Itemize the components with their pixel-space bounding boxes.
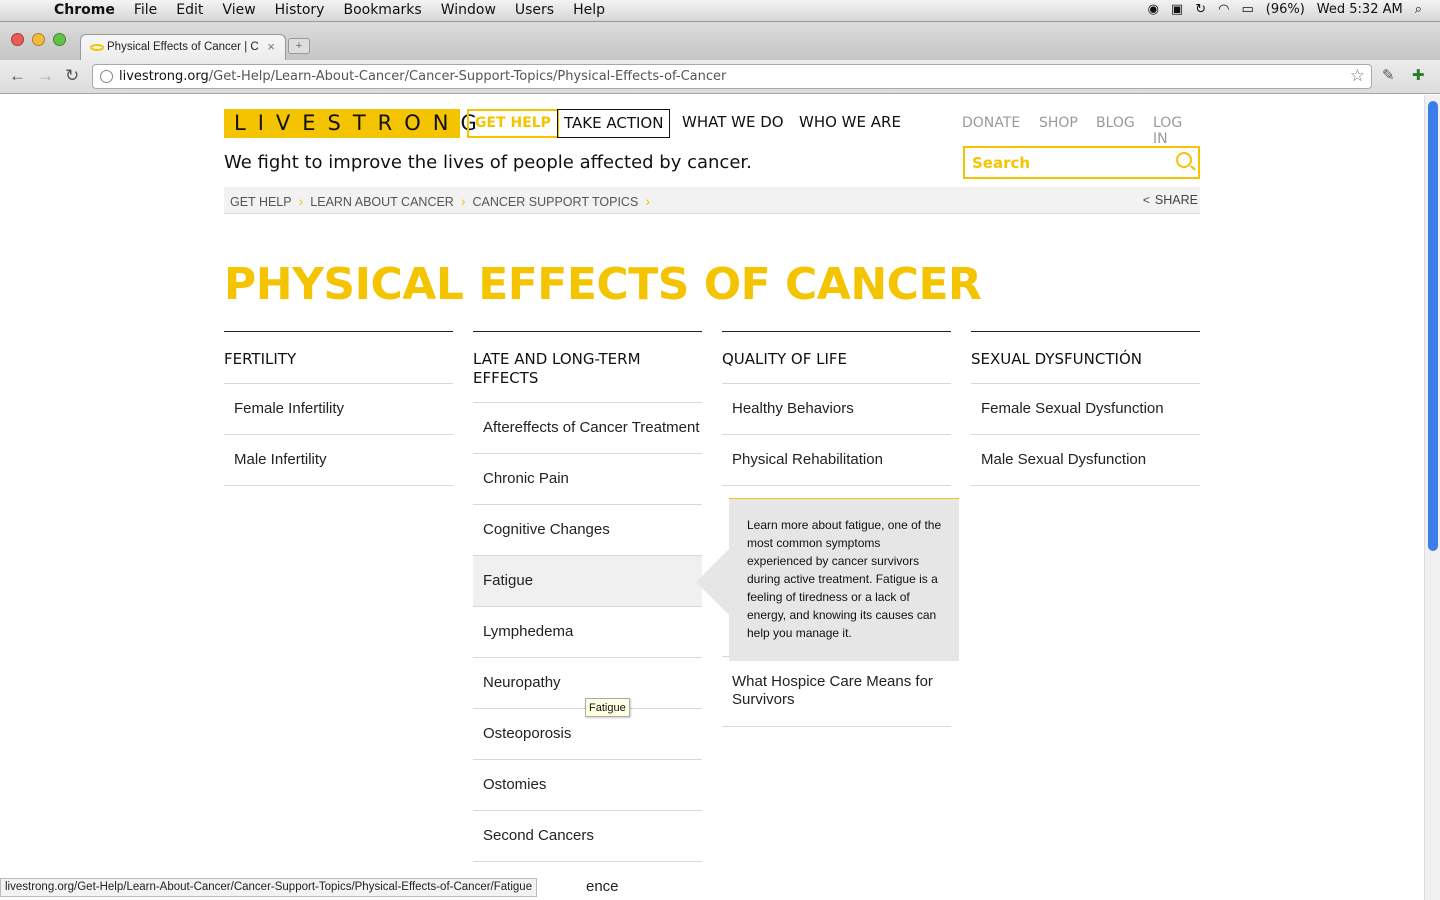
- app-menus: Chrome File Edit View History Bookmarks …: [54, 2, 624, 18]
- util-blog[interactable]: BLOG: [1096, 115, 1135, 131]
- nav-take-action[interactable]: TAKE ACTION: [557, 109, 671, 138]
- util-donate[interactable]: DONATE: [962, 115, 1020, 131]
- menu-chrome[interactable]: Chrome: [54, 2, 115, 18]
- breadcrumb-learn-about-cancer[interactable]: LEARN ABOUT CANCER: [310, 195, 454, 209]
- tab-title: Physical Effects of Cancer | C: [107, 41, 259, 53]
- battery-icon[interactable]: ▭: [1241, 2, 1253, 17]
- list-item-aftereffects[interactable]: Aftereffects of Cancer Treatment: [473, 403, 702, 454]
- page-viewport: LIVESTRONG GET HELP TAKE ACTION WHAT WE …: [0, 95, 1424, 900]
- close-tab-icon[interactable]: ×: [267, 39, 275, 54]
- list-item-chronic-pain[interactable]: Chronic Pain: [473, 454, 702, 505]
- menu-view[interactable]: View: [222, 2, 255, 18]
- battery-percent: (96%): [1265, 2, 1305, 17]
- column-heading: LATE AND LONG-TERM EFFECTS: [473, 332, 702, 403]
- column-sexual-dysfunction: SEXUAL DYSFUNCTIÓN Female Sexual Dysfunc…: [971, 331, 1200, 486]
- menu-file[interactable]: File: [134, 2, 157, 18]
- list-item-cognitive-changes[interactable]: Cognitive Changes: [473, 505, 702, 556]
- address-bar[interactable]: livestrong.org/Get-Help/Learn-About-Canc…: [92, 64, 1372, 89]
- page-title: PHYSICAL EFFECTS OF CANCER: [224, 259, 982, 310]
- menu-edit[interactable]: Edit: [176, 2, 203, 18]
- chevron-right-icon: ›: [298, 193, 304, 209]
- column-heading: QUALITY OF LIFE: [722, 332, 951, 384]
- livestrong-favicon-icon: [90, 44, 104, 51]
- menu-bookmarks[interactable]: Bookmarks: [343, 2, 421, 18]
- forward-icon[interactable]: →: [37, 66, 54, 86]
- list-item-second-cancers[interactable]: Second Cancers: [473, 811, 702, 862]
- display-icon[interactable]: ▣: [1171, 2, 1183, 17]
- menu-users[interactable]: Users: [515, 2, 554, 18]
- menu-history[interactable]: History: [275, 2, 325, 18]
- status-menus: ◉ ▣ ↻ ◠ ▭ (96%) Wed 5:32 AM ⌕: [1148, 2, 1422, 17]
- list-item-female-infertility[interactable]: Female Infertility: [224, 384, 453, 435]
- chevron-right-icon: ›: [460, 193, 466, 209]
- search-placeholder: Search: [972, 154, 1031, 172]
- extension-eyedropper-icon[interactable]: ✎: [1382, 66, 1395, 84]
- breadcrumb-cancer-support-topics[interactable]: CANCER SUPPORT TOPICS: [473, 195, 639, 209]
- list-item-fatigue[interactable]: Fatigue: [473, 556, 702, 607]
- time-machine-icon[interactable]: ◉: [1148, 2, 1159, 17]
- breadcrumb: GET HELP › LEARN ABOUT CANCER › CANCER SUPPO…: [224, 187, 1200, 214]
- url-host: livestrong.org: [119, 69, 209, 84]
- menu-help[interactable]: Help: [573, 2, 605, 18]
- sync-icon[interactable]: ↻: [1195, 2, 1206, 17]
- fatigue-callout: Learn more about fatigue, one of the mos…: [696, 498, 959, 661]
- tagline: We fight to improve the lives of people …: [224, 152, 752, 173]
- link-tooltip: Fatigue: [585, 698, 630, 717]
- callout-text: Learn more about fatigue, one of the mos…: [747, 518, 942, 640]
- url-path: /Get-Help/Learn-About-Cancer/Cancer-Supp…: [208, 69, 727, 84]
- search-icon[interactable]: [1176, 152, 1192, 168]
- list-item-healthy-behaviors[interactable]: Healthy Behaviors: [722, 384, 951, 435]
- extension-icon[interactable]: ✚: [1412, 66, 1425, 84]
- column-heading: SEXUAL DYSFUNCTIÓN: [971, 332, 1200, 384]
- share-label: SHARE: [1154, 193, 1198, 207]
- util-shop[interactable]: SHOP: [1039, 115, 1078, 131]
- chevron-right-icon: ›: [645, 193, 650, 209]
- share-button[interactable]: < SHARE: [1143, 193, 1198, 207]
- scrollbar-thumb[interactable]: [1428, 101, 1438, 551]
- livestrong-logo[interactable]: LIVESTRONG: [224, 109, 477, 138]
- new-tab-button[interactable]: +: [288, 38, 310, 54]
- close-window-button[interactable]: [11, 33, 24, 46]
- wifi-icon[interactable]: ◠: [1218, 2, 1229, 17]
- list-item-male-infertility[interactable]: Male Infertility: [224, 435, 453, 486]
- callout-arrow: [696, 549, 729, 615]
- spotlight-search-icon[interactable]: ⌕: [1415, 2, 1422, 17]
- list-item-ostomies[interactable]: Ostomies: [473, 760, 702, 811]
- menu-window[interactable]: Window: [441, 2, 496, 18]
- breadcrumb-get-help[interactable]: GET HELP: [230, 195, 292, 209]
- tab-strip: Physical Effects of Cancer | C × +: [0, 22, 1440, 60]
- zoom-window-button[interactable]: [53, 33, 66, 46]
- column-late-effects: LATE AND LONG-TERM EFFECTS Aftereffects …: [473, 331, 702, 900]
- nav-what-we-do[interactable]: WHAT WE DO: [676, 109, 790, 138]
- back-icon[interactable]: ←: [9, 66, 26, 86]
- list-item-hospice-care[interactable]: What Hospice Care Means for Survivors: [722, 657, 951, 727]
- vertical-scrollbar[interactable]: [1424, 95, 1440, 900]
- util-log-in[interactable]: LOG IN: [1153, 115, 1200, 147]
- tab-physical-effects[interactable]: Physical Effects of Cancer | C ×: [80, 34, 286, 60]
- nav-who-we-are[interactable]: WHO WE ARE: [793, 109, 907, 138]
- status-bar-url: livestrong.org/Get-Help/Learn-About-Canc…: [0, 878, 538, 897]
- minimize-window-button[interactable]: [32, 33, 45, 46]
- clock[interactable]: Wed 5:32 AM: [1317, 2, 1403, 17]
- search-input[interactable]: Search: [963, 146, 1200, 179]
- nav-get-help[interactable]: GET HELP: [467, 109, 559, 138]
- column-fertility: FERTILITY Female Infertility Male Infert…: [224, 331, 453, 486]
- page-info-icon[interactable]: [100, 70, 113, 83]
- list-item-physical-rehabilitation[interactable]: Physical Rehabilitation: [722, 435, 951, 486]
- mac-menu-bar: Chrome File Edit View History Bookmarks …: [0, 0, 1440, 22]
- list-item-female-sexual-dysfunction[interactable]: Female Sexual Dysfunction: [971, 384, 1200, 435]
- reload-icon[interactable]: ↻: [65, 66, 79, 86]
- list-item-lymphedema[interactable]: Lymphedema: [473, 607, 702, 658]
- column-heading: FERTILITY: [224, 332, 453, 384]
- browser-toolbar: ← → ↻ livestrong.org/Get-Help/Learn-Abou…: [0, 60, 1440, 94]
- bookmark-star-icon[interactable]: ☆: [1350, 66, 1365, 86]
- share-icon: <: [1142, 193, 1150, 207]
- list-item-male-sexual-dysfunction[interactable]: Male Sexual Dysfunction: [971, 435, 1200, 486]
